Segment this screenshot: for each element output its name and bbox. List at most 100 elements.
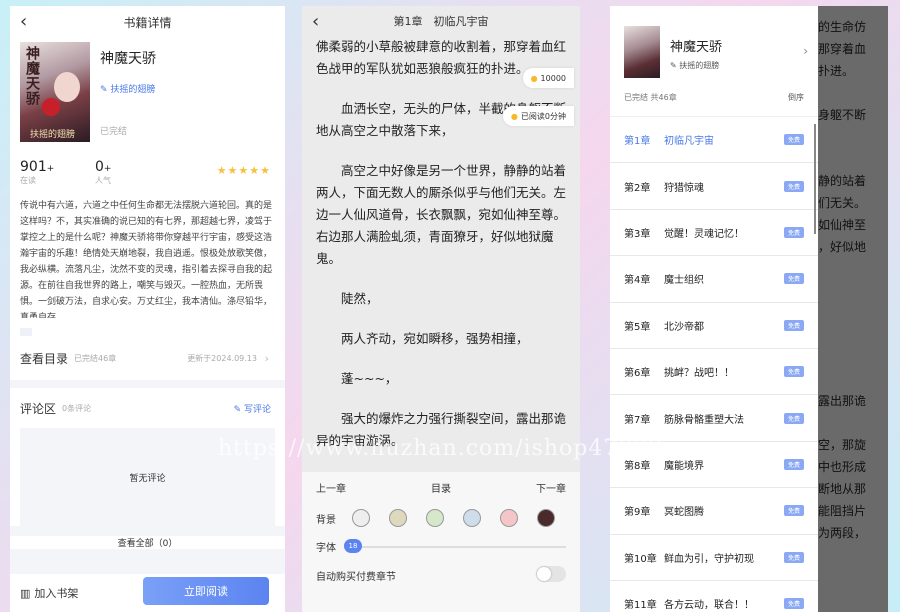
- clock-icon: ●: [510, 111, 518, 121]
- dimmed-text-line: 能阻挡片: [818, 504, 867, 518]
- next-chapter-button[interactable]: 下一章: [536, 480, 566, 495]
- chapter-drawer-screen: 的生命仿 那穿着血 扑进。 身躯不断 静的站着 们无关。 如仙神至 ，好似地 露出那诡 空，那旋中…: [610, 6, 888, 612]
- chapter-row[interactable]: 第7章 筋脉骨骼重塑大法 免费: [610, 395, 818, 442]
- write-comment-label: 写评论: [243, 404, 271, 415]
- chapter-row[interactable]: 第5章 北沙帝都 免费: [610, 303, 818, 349]
- chapter-name: 筋脉骨骼重塑大法: [664, 414, 744, 426]
- free-badge: 免费: [783, 319, 804, 331]
- paragraph: 陡然，: [341, 291, 379, 306]
- bg-swatch[interactable]: [463, 509, 481, 527]
- dimmed-text-line: 如仙神至: [818, 218, 867, 232]
- chapter-name: 挑衅？战吧！！: [664, 368, 734, 380]
- bg-swatch[interactable]: [389, 509, 407, 527]
- dimmed-text-line: 断地从那: [818, 482, 867, 496]
- free-badge: 免费: [783, 366, 804, 378]
- dimmed-reader-text: 的生命仿 那穿着血 扑进。 身躯不断 静的站着 们无关。 如仙神至 ，好似地 露出那诡 空，那旋中…: [818, 16, 888, 544]
- coins-pill[interactable]: ● 10000: [522, 68, 574, 88]
- drawer-header[interactable]: 神魔天骄 ✎ 扶摇的翅膀 › 已完结 共46章 倒序: [610, 6, 818, 116]
- coins-value: 10000: [540, 73, 566, 83]
- reverse-order-button[interactable]: 倒序: [788, 92, 804, 103]
- cover-title: 神魔天骄: [24, 46, 40, 106]
- cover-figure: [54, 72, 80, 102]
- rating-stars: ★★★★★: [216, 164, 271, 177]
- bg-swatch[interactable]: [500, 509, 518, 527]
- edit-icon: ✎: [233, 404, 242, 415]
- chapter-row[interactable]: 第2章 狩猎惊魂 免费: [610, 163, 818, 210]
- chapter-list-scrollbar[interactable]: [814, 124, 816, 234]
- chapter-name: 觉醒！灵魂记忆！: [664, 228, 744, 240]
- add-to-shelf-button[interactable]: ▥ 加入书架: [20, 585, 78, 601]
- back-arrow-icon[interactable]: ‹: [20, 12, 38, 32]
- book-status: 已完结: [100, 127, 128, 137]
- stat-readers: 901+ 在读: [20, 159, 95, 186]
- paragraph: 蓬~~~，: [341, 371, 398, 386]
- view-all-comments-link[interactable]: 查看全部（0）: [10, 536, 285, 549]
- reader-settings-panel: 上一章 目录 下一章 背景 字体 18 自动购买付费章节: [302, 472, 580, 612]
- free-badge: 免费: [783, 598, 804, 610]
- font-size-knob[interactable]: 18: [344, 538, 362, 553]
- drawer-book-author: ✎ 扶摇的翅膀: [670, 60, 719, 71]
- background-row: 背景: [302, 509, 580, 527]
- bookshelf-icon: ▥: [20, 586, 31, 600]
- prev-chapter-button[interactable]: 上一章: [316, 480, 346, 495]
- view-catalog-row[interactable]: 查看目录 已完结46章 更新于2024.09.13 ›: [20, 336, 275, 380]
- bg-swatch[interactable]: [537, 509, 555, 527]
- font-size-slider[interactable]: 18: [344, 538, 566, 553]
- book-stats: 901+ 在读 0+ 人气 ★★★★★: [20, 156, 275, 186]
- free-badge: 免费: [783, 551, 804, 563]
- auto-buy-label: 自动购买付费章节: [316, 572, 396, 583]
- dimmed-text-line: 空，那旋: [818, 438, 867, 452]
- coin-icon: ●: [530, 73, 538, 83]
- page-title: 书籍详情: [123, 15, 172, 30]
- reader-topbar: ‹ 第1章 初临凡宇宙: [302, 6, 580, 36]
- dimmed-text-line: [818, 148, 888, 170]
- chapter-row[interactable]: 第6章 挑衅？战吧！！ 免费: [610, 349, 818, 396]
- chevron-right-icon: ›: [803, 44, 808, 58]
- auto-buy-toggle[interactable]: [536, 566, 566, 582]
- dimmed-text-line: [818, 346, 888, 368]
- dimmed-text-line: 扑进。: [818, 64, 855, 78]
- chapter-number: 第3章: [624, 228, 651, 240]
- catalog-button[interactable]: 目录: [431, 480, 451, 495]
- chapter-number: 第7章: [624, 414, 651, 426]
- stat-popularity: 0+ 人气: [95, 159, 170, 186]
- chapter-row[interactable]: 第1章 初临凡宇宙 免费: [610, 117, 818, 164]
- bg-swatch[interactable]: [352, 509, 370, 527]
- free-badge: 免费: [783, 226, 804, 238]
- chapter-name: 魔士组织: [664, 275, 704, 287]
- drawer-book-title: 神魔天骄: [670, 40, 723, 55]
- dimmed-text-line: 们无关。: [818, 196, 867, 210]
- write-comment-button[interactable]: ✎ 写评论: [234, 402, 271, 415]
- read-now-button[interactable]: 立即阅读: [143, 577, 269, 605]
- chapter-row[interactable]: 第10章 鲜血为引，守护初现 免费: [610, 535, 818, 581]
- dimmed-text-line: [818, 82, 888, 104]
- reading-time-value: 已阅读0分钟: [520, 111, 566, 121]
- chapter-row[interactable]: 第9章 冥蛇图腾 免费: [610, 488, 818, 535]
- book-author[interactable]: ✎ 扶摇的翅膀: [100, 82, 275, 95]
- dimmed-text-line: 露出那诡: [818, 394, 867, 408]
- book-detail-screen: ‹ 书籍详情 神魔天骄 扶摇的翅膀 神魔天骄 ✎ 扶摇的翅膀 已完结 901+ …: [10, 6, 285, 612]
- stat-readers-value: 901: [20, 159, 47, 175]
- back-arrow-icon[interactable]: ‹: [312, 12, 330, 32]
- auto-buy-row: 自动购买付费章节: [302, 566, 580, 583]
- stat-popularity-value: 0: [95, 159, 104, 175]
- feather-icon: ✎: [100, 85, 108, 95]
- book-description: 传说中有六道，六道之中任何生命都无法摆脱六道轮回。真的是这样吗？不，其实准确的说…: [20, 201, 273, 318]
- chapter-row[interactable]: 第3章 觉醒！灵魂记忆！ 免费: [610, 210, 818, 257]
- expand-description-button[interactable]: [20, 328, 32, 336]
- reading-time-pill[interactable]: ● 已阅读0分钟: [502, 106, 574, 126]
- stat-readers-label: 在读: [20, 176, 36, 185]
- free-badge: 免费: [783, 458, 804, 470]
- chapter-list: 第1章 初临凡宇宙 免费 第2章 狩猎惊魂 免费 第3章 觉醒！灵魂记忆！ 免费 第4章 魔士组织免…: [610, 116, 818, 612]
- dimmed-text-line: ，好似地: [818, 240, 867, 254]
- paragraph: 两人齐动，宛如瞬移，强势相撞，: [341, 331, 529, 346]
- dimmed-text-line: [818, 258, 888, 280]
- catalog-count: 已完结46章: [74, 353, 117, 363]
- chapter-title: 第1章 初临凡宇宙: [393, 15, 489, 28]
- chapter-row[interactable]: 第4章 魔士组织 免费: [610, 256, 818, 303]
- free-badge: 免费: [783, 180, 804, 192]
- drawer-author-name: 扶摇的翅膀: [679, 61, 720, 70]
- chapter-name: 鲜血为引，守护初现: [664, 553, 754, 565]
- chapter-row[interactable]: 第11章 各方云动，联合！！ 免费: [610, 581, 818, 612]
- bg-swatch[interactable]: [426, 509, 444, 527]
